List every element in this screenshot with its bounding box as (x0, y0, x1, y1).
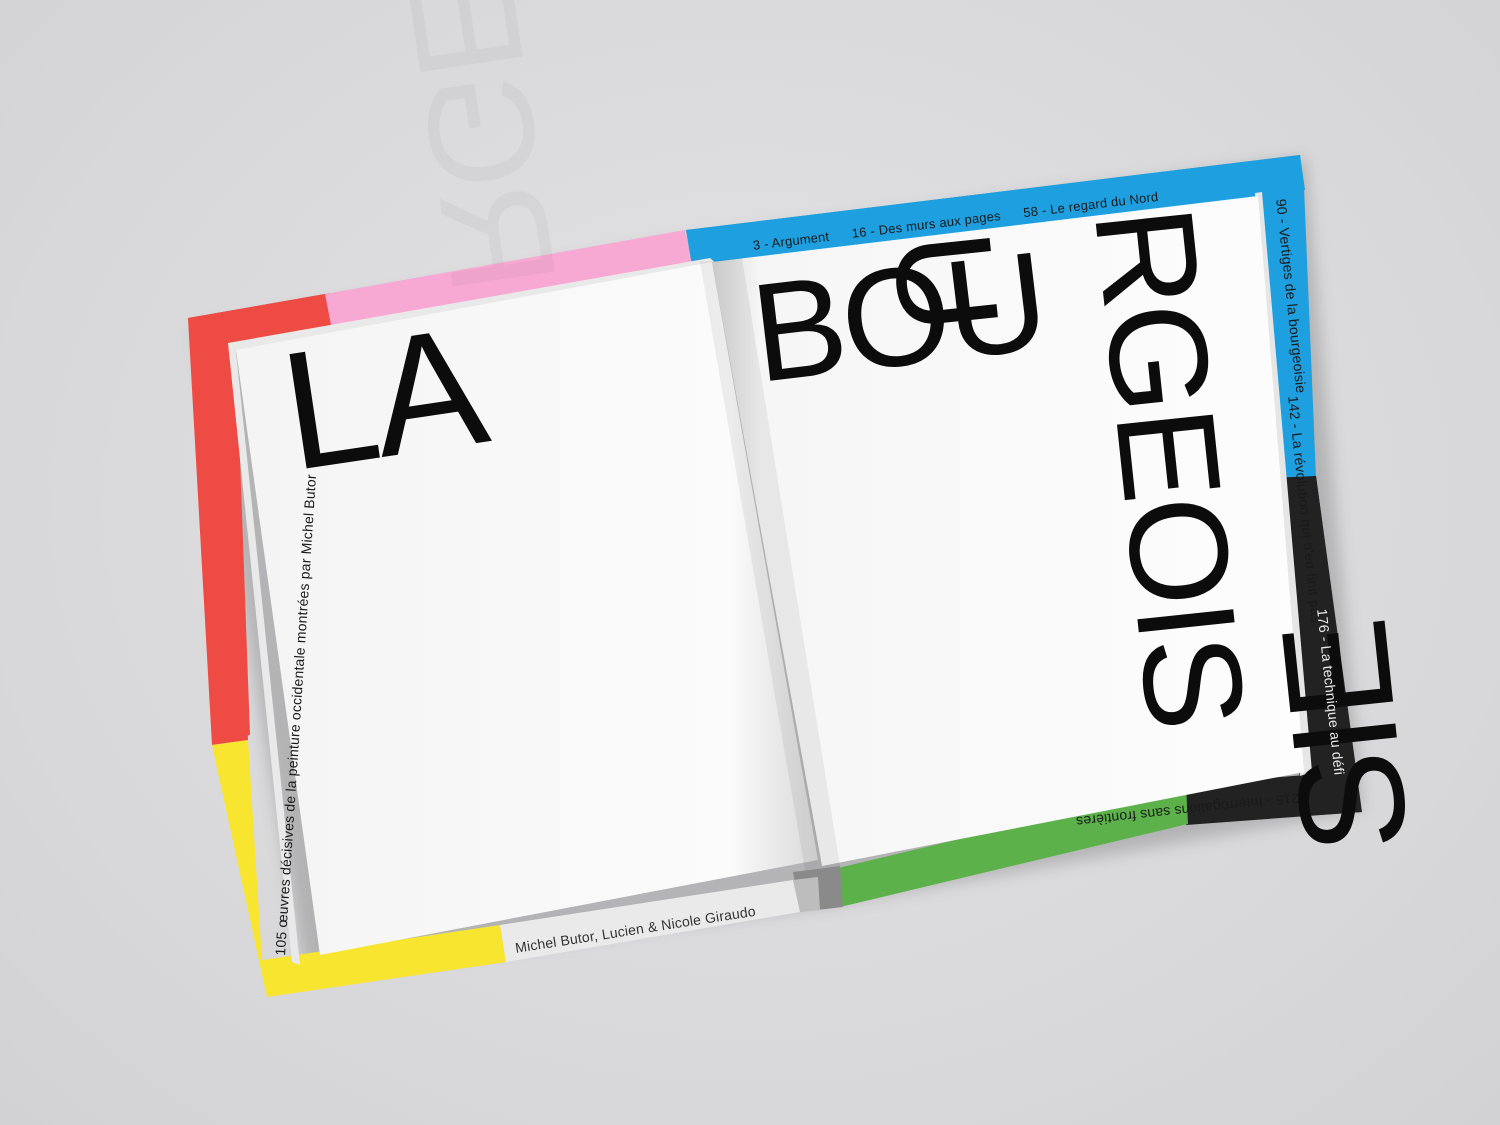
left-page-title: LA (270, 290, 494, 507)
right-page-title-vertical-u: U (862, 224, 1030, 338)
photo-background: LA RGEOIS BOU RGEOIS U SIE 105 œuvres dé… (0, 0, 1500, 1125)
open-book (188, 155, 1362, 997)
right-page-title-bottom: SIE (1249, 614, 1441, 861)
